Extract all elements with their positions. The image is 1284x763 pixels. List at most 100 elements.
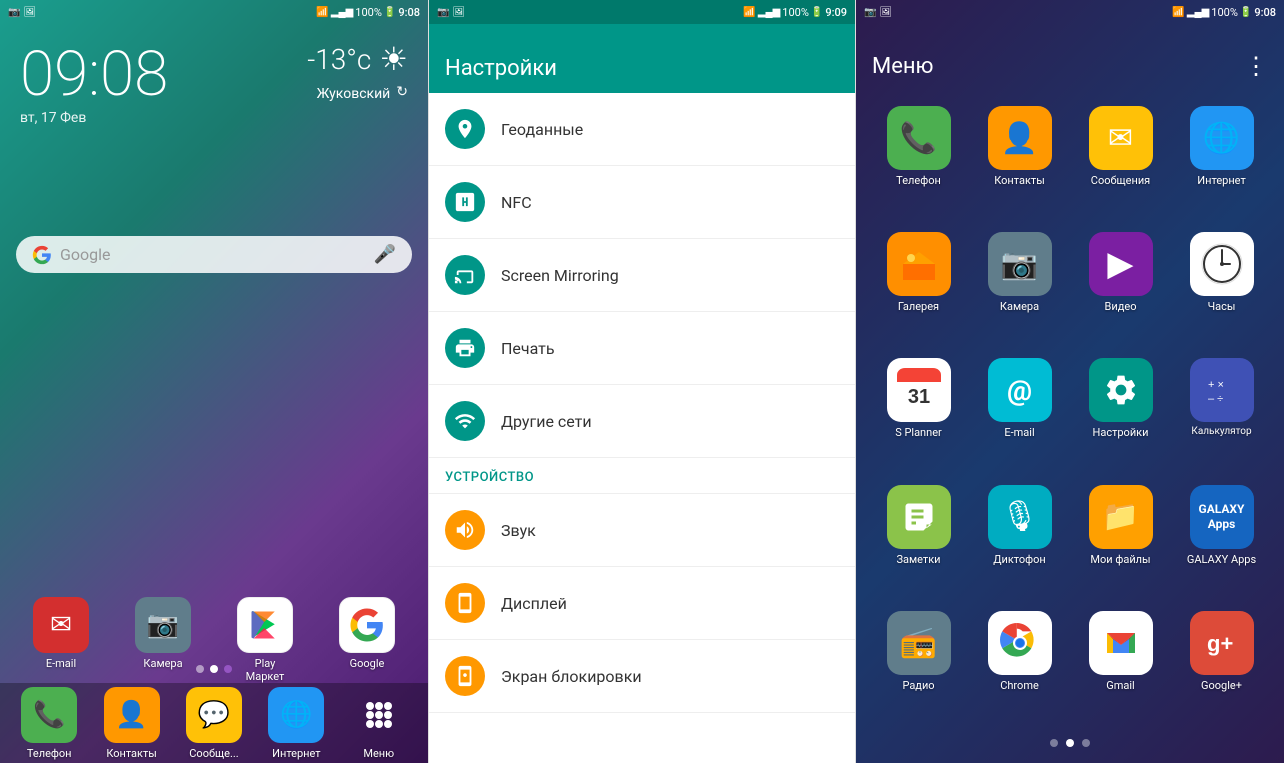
menu-app-internet[interactable]: 🌐 Интернет [1175,100,1268,218]
status-right-icons: 📶 ▂▄▆ 100% 🔋 9:08 [316,6,420,19]
dock-phone[interactable]: 📞 Телефон [21,687,77,760]
menu-email-icon: @ [1007,374,1032,407]
settings-signal-icon: ▂▄▆ [758,7,780,18]
settings-item-other-networks[interactable]: Другие сети [429,385,855,458]
googleplus-icon: g+ [1203,624,1241,662]
menu-video-label: Видео [1105,300,1137,313]
menu-chrome-label: Chrome [1000,679,1039,692]
menu-internet-icon: 🌐 [1203,121,1240,156]
settings-item-lock-screen[interactable]: Экран блокировки [429,640,855,713]
home-app-camera[interactable]: 📷 Камера [135,597,191,683]
weather-sun-icon: ☀ [379,40,408,78]
menu-status-right: 📶 ▂▄▆ 100% 🔋 9:08 [1172,6,1276,19]
menu-email-label: E-mail [1004,426,1034,439]
more-options-icon[interactable]: ⋮ [1244,52,1268,80]
menu-app-settings[interactable]: Настройки [1074,352,1167,470]
dock-menu-label: Меню [363,747,394,760]
notes-icon [901,499,937,535]
menu-app-gallery[interactable]: Галерея [872,226,965,344]
battery-percent: 100% [355,6,382,19]
svg-text:31: 31 [907,386,929,408]
phone-icon: 📞 [33,700,65,730]
home-time: 9:08 [398,6,420,19]
settings-item-print[interactable]: Печать [429,312,855,385]
refresh-icon[interactable]: ↻ [396,84,408,100]
weather-temp: -13°c [307,43,371,76]
settings-item-nfc[interactable]: NFC [429,166,855,239]
menu-video-icon: ▶ [1107,244,1133,284]
home-app-play[interactable]: PlayМаркет [237,597,293,683]
menu-camera-label: Камера [1000,300,1039,313]
home-app-camera-label: Камера [143,657,182,670]
settings-sound-label: Звук [501,521,536,540]
menu-app-video[interactable]: ▶ Видео [1074,226,1167,344]
dock-menu[interactable]: Меню [351,687,407,760]
menu-app-googleplus[interactable]: g+ Google+ [1175,605,1268,723]
menu-myfiles-label: Мои файлы [1090,553,1150,566]
dock: 📞 Телефон 👤 Контакты 💬 Сообще... 🌐 Интер… [0,683,428,763]
menu-googleplus-label: Google+ [1201,679,1242,692]
clock-icon [1200,242,1244,286]
screen-mirroring-icon [445,255,485,295]
settings-item-display[interactable]: Дисплей [429,567,855,640]
menu-status-left: 📷 🖼 [864,7,892,18]
chrome-icon [1000,623,1040,663]
svg-text:g+: g+ [1207,631,1233,656]
search-placeholder: Google [60,245,366,264]
menu-app-phone[interactable]: 📞 Телефон [872,100,965,218]
settings-item-screen-mirroring[interactable]: Screen Mirroring [429,239,855,312]
menu-app-contacts[interactable]: 👤 Контакты [973,100,1066,218]
galaxy-apps-icon: GALAXYApps [1199,502,1245,531]
menu-app-splanner[interactable]: 31 S Planner [872,352,965,470]
camera-icon: 📷 [147,610,179,640]
home-app-email[interactable]: ✉ E-mail [33,597,89,683]
page-dot-menu-3 [1082,739,1090,747]
page-dot-2 [210,665,218,673]
menu-app-messages[interactable]: ✉ Сообщения [1074,100,1167,218]
menu-grid-icon [361,697,397,733]
settings-item-sound[interactable]: Звук [429,494,855,567]
calculator-icon: + × – ÷ [1204,372,1240,408]
email-icon: ✉ [50,610,72,640]
menu-camera-icon: 📷 [1001,247,1038,282]
menu-app-calculator[interactable]: + × – ÷ Калькулятор [1175,352,1268,470]
settings-item-geodata[interactable]: Геоданные [429,93,855,166]
menu-screen: 📷 🖼 📶 ▂▄▆ 100% 🔋 9:08 Меню ⋮ 📞 Телефон 👤 [856,0,1284,763]
nfc-icon [445,182,485,222]
dock-messages[interactable]: 💬 Сообще... [186,687,242,760]
menu-app-chrome[interactable]: Chrome [973,605,1066,723]
dock-contacts[interactable]: 👤 Контакты [104,687,160,760]
display-icon [445,583,485,623]
dock-phone-label: Телефон [27,747,72,760]
menu-phone-icon: 📞 [900,121,937,156]
home-app-google[interactable]: Google [339,597,395,683]
menu-messages-icon: ✉ [1108,121,1133,156]
menu-app-radio[interactable]: 📻 Радио [872,605,965,723]
menu-recorder-label: Диктофон [993,553,1046,566]
menu-battery: 100% [1211,6,1238,19]
menu-app-gmail[interactable]: Gmail [1074,605,1167,723]
menu-app-myfiles[interactable]: 📁 Мои файлы [1074,479,1167,597]
menu-app-camera[interactable]: 📷 Камера [973,226,1066,344]
settings-icon [1103,372,1139,408]
menu-internet-label: Интернет [1197,174,1245,187]
search-bar[interactable]: Google 🎤 [16,236,412,273]
menu-wifi-icon: 📶 [1172,7,1184,18]
lock-screen-icon [445,656,485,696]
home-app-google-label: Google [350,657,385,670]
menu-settings-label: Настройки [1093,426,1149,439]
settings-geodata-label: Геоданные [501,120,583,139]
menu-notif-icon2: 🖼 [879,7,892,18]
google-logo [32,245,52,265]
microphone-icon[interactable]: 🎤 [374,244,396,265]
menu-app-recorder[interactable]: 🎙 Диктофон [973,479,1066,597]
dock-internet[interactable]: 🌐 Интернет [268,687,324,760]
menu-app-galaxy-apps[interactable]: GALAXYApps GALAXY Apps [1175,479,1268,597]
sound-icon [445,510,485,550]
menu-app-email[interactable]: @ E-mail [973,352,1066,470]
menu-contacts-label: Контакты [994,174,1045,187]
menu-app-clock[interactable]: Часы [1175,226,1268,344]
menu-gallery-label: Галерея [898,300,939,313]
menu-app-notes[interactable]: Заметки [872,479,965,597]
menu-header: Меню ⋮ [856,24,1284,92]
